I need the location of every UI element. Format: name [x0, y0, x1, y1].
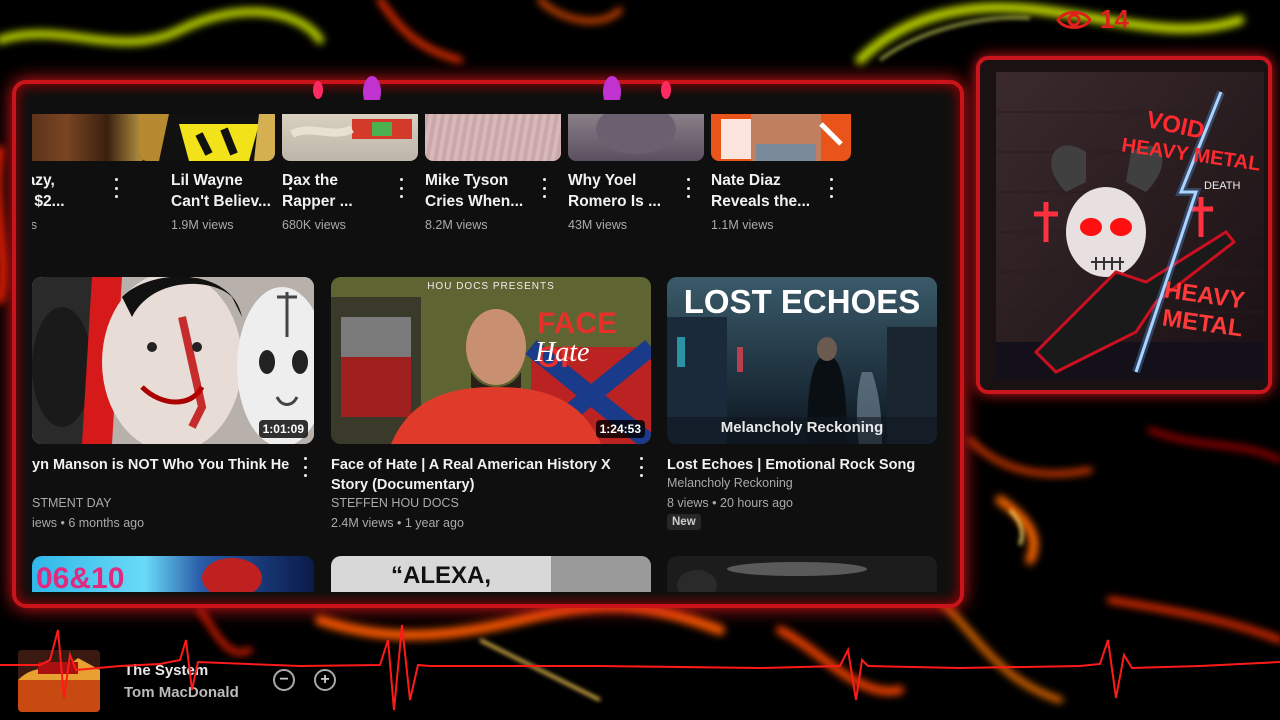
now-playing-cover: [18, 650, 100, 712]
now-playing-title: The System: [124, 662, 209, 679]
video-title[interactable]: Mike Tyson Cries When...: [425, 170, 537, 212]
minus-circle-icon[interactable]: −: [273, 669, 295, 691]
thumbnail-art: [721, 114, 843, 161]
video-views: 680K views: [282, 218, 346, 232]
now-playing-artist: Tom MacDonald: [124, 684, 239, 701]
video-meta: iews • 6 months ago: [32, 516, 145, 530]
video-views: 1.9M views: [171, 218, 234, 232]
video-title[interactable]: Face of Hate | A Real American History X…: [331, 455, 621, 495]
thumbnail-title: “ALEXA,: [390, 562, 491, 589]
thumbnail-subtitle: Melancholy Reckoning: [720, 419, 884, 436]
video-title[interactable]: crazy, t a $2...: [32, 170, 124, 212]
thumbnail-title: 06&10: [36, 562, 125, 592]
cover-art: [18, 650, 100, 712]
thumbnail-art: [139, 114, 275, 161]
thumbnail-art: [727, 562, 867, 576]
thumbnail-art: [677, 570, 717, 592]
video-thumbnail[interactable]: [32, 114, 148, 161]
more-vert-icon[interactable]: [398, 178, 404, 198]
more-vert-icon[interactable]: [113, 178, 119, 198]
video-meta: 2.4M views • 1 year ago: [331, 516, 464, 530]
plus-circle-icon[interactable]: +: [314, 669, 336, 691]
album-art: VOID HEAVY METAL DEATH HEAVY METAL: [996, 72, 1264, 380]
video-views: 1.1M views: [711, 218, 774, 232]
video-meta: 8 views • 20 hours ago: [667, 496, 793, 510]
video-title[interactable]: Dax the Rapper ...: [282, 170, 394, 212]
new-badge: New: [667, 514, 701, 530]
video-title[interactable]: Lil Wayne Can't Believ...: [171, 170, 283, 212]
video-views: 8.2M views: [425, 218, 488, 232]
thumbnail-art: [32, 277, 314, 444]
thumbnail-subtitle: Hate: [535, 337, 590, 368]
video-thumbnail[interactable]: 06&10: [32, 556, 314, 592]
video-duration: 1:24:53: [595, 420, 645, 438]
video-title[interactable]: Nate Diaz Reveals the...: [711, 170, 831, 212]
video-thumbnail[interactable]: 1:01:09: [32, 277, 314, 444]
more-vert-icon[interactable]: [638, 457, 644, 477]
channel-name[interactable]: Melancholy Reckoning: [667, 476, 793, 490]
album-tag: DEATH: [1204, 180, 1241, 192]
video-thumbnail[interactable]: [568, 114, 704, 161]
video-thumbnail[interactable]: [667, 556, 937, 592]
viewer-counter: 14: [1056, 4, 1129, 35]
more-vert-icon[interactable]: [828, 178, 834, 198]
video-title[interactable]: Lost Echoes | Emotional Rock Song: [667, 455, 927, 475]
thumbnail-art: [290, 119, 412, 139]
more-vert-icon[interactable]: [685, 178, 691, 198]
thumbnail-art: [202, 558, 262, 592]
eye-icon: [1056, 10, 1092, 29]
channel-name[interactable]: STMENT DAY: [32, 496, 111, 510]
channel-name[interactable]: STEFFEN HOU DOCS: [331, 496, 459, 510]
video-thumbnail[interactable]: LOST ECHOES Melancholy Reckoning: [667, 277, 937, 444]
video-thumbnail[interactable]: [711, 114, 851, 161]
video-title[interactable]: yn Manson is NOT Who You Think He: [32, 455, 289, 475]
more-vert-icon[interactable]: [541, 178, 547, 198]
shorts-row: crazy, t a $2... iews Lil Wayne Can't Be…: [32, 100, 944, 250]
video-views: iews: [32, 218, 38, 232]
video-thumbnail[interactable]: [425, 114, 561, 161]
video-views: 43M views: [568, 218, 628, 232]
thumbnail-caption: HOU DOCS PRESENTS: [427, 281, 555, 292]
video-thumbnail[interactable]: “ALEXA,: [331, 556, 651, 592]
video-thumbnail[interactable]: HOU DOCS PRESENTS FACE OF Hate 1:24:53: [331, 277, 651, 444]
thumbnail-art: [551, 556, 651, 592]
video-thumbnail[interactable]: [139, 114, 275, 161]
video-title[interactable]: Why Yoel Romero Is ...: [568, 170, 680, 212]
youtube-feed: crazy, t a $2... iews Lil Wayne Can't Be…: [32, 100, 944, 592]
thumbnail-title: LOST ECHOES: [683, 283, 921, 320]
more-vert-icon[interactable]: [302, 457, 308, 477]
video-duration: 1:01:09: [258, 420, 308, 438]
video-thumbnail[interactable]: [282, 114, 418, 161]
thumbnail-art: [596, 114, 676, 154]
viewer-count: 14: [1100, 4, 1129, 34]
